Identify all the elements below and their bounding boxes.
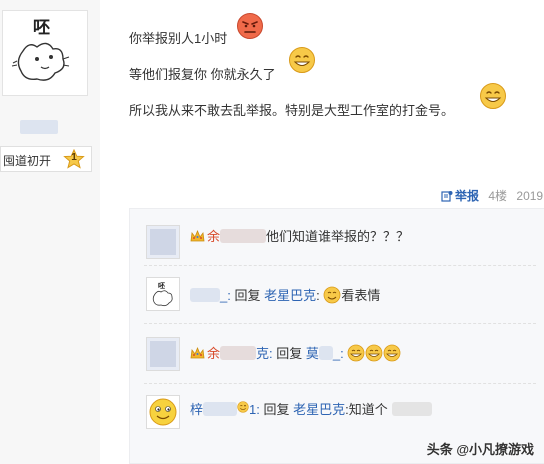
reply-avatar-default[interactable]: [146, 225, 180, 259]
post-line-1: 你举报别人1小时: [129, 31, 228, 46]
reply-item-3: 余 克: 回复 莫 _:: [190, 343, 401, 362]
reply-action: 回复: [234, 288, 265, 303]
post-line-2: 等他们报复你 你就永久了: [129, 67, 276, 82]
user-avatar[interactable]: 呸: [2, 10, 88, 96]
reply-avatar-sketch[interactable]: 呸: [146, 277, 180, 311]
reply-user-suffix[interactable]: 克:: [256, 346, 276, 361]
reply-text: :知道个: [345, 402, 388, 417]
blurred-username: [318, 346, 333, 360]
reply-user-suffix[interactable]: _:: [220, 288, 234, 303]
reply-divider: [144, 265, 536, 266]
reply-divider: [144, 323, 536, 324]
floor-number: 4楼: [488, 189, 508, 203]
sketch-avatar-icon: 呸: [147, 278, 179, 310]
reply-text: 看表情: [341, 288, 381, 303]
default-avatar-icon: [147, 338, 179, 370]
reply-avatar-smiley[interactable]: [146, 395, 180, 429]
reply-user-prefix[interactable]: 梓: [190, 402, 203, 417]
blurred-text: [391, 402, 432, 416]
reply-target-user[interactable]: 莫: [306, 346, 319, 361]
default-avatar-icon: [147, 226, 179, 258]
level-name: 囤道初开: [3, 154, 52, 168]
blurred-username: [203, 402, 238, 416]
smiley-avatar-icon: [147, 396, 179, 428]
reply-item-2: _: 回复 老星巴克: 看表情: [190, 285, 380, 304]
reply-divider: [144, 383, 536, 384]
blurred-username: [190, 288, 220, 302]
reply-target-user[interactable]: 老星巴克: [293, 402, 345, 417]
blurred-username: [220, 346, 257, 360]
grin-emoji-icon: [383, 344, 401, 362]
reply-panel: 余他们知道谁举报的？？？ 呸 _: 回复 老星巴克: 看表情 余克: 回复 莫 _…: [129, 208, 544, 464]
reply-user-suffix[interactable]: 1:: [249, 402, 263, 417]
username-blurred[interactable]: [20, 120, 58, 134]
svg-text:呸: 呸: [158, 282, 165, 290]
post-date: 2019: [516, 189, 544, 203]
smile-emoji-icon: [323, 286, 341, 304]
grin-emoji-icon: [347, 344, 365, 362]
angry-face-icon: [237, 13, 263, 39]
user-sidebar: 呸 囤道初开 1: [0, 0, 100, 464]
svg-text:呸: 呸: [33, 18, 50, 38]
wink-emoji-icon: [237, 401, 249, 413]
reply-item-4: 梓 1: 回复 老星巴克:知道个: [190, 399, 432, 418]
level-number: 1: [71, 152, 77, 163]
grin-emoji-icon: [365, 344, 383, 362]
level-badge-box[interactable]: 囤道初开 1: [0, 146, 92, 172]
reply-item-1: 余 他们知道谁举报的？？？: [190, 226, 409, 245]
grin-face-icon: [289, 47, 315, 73]
report-label[interactable]: 举报: [455, 189, 479, 203]
post-line-3: 所以我从来不敢去乱举报。特别是大型工作室的打金号。: [129, 103, 455, 118]
post-footer: 举报 4楼 2019: [441, 187, 543, 204]
reply-avatar-default[interactable]: [146, 337, 180, 371]
reply-user-prefix[interactable]: 余: [207, 346, 220, 361]
reply-user-prefix[interactable]: 余: [207, 229, 220, 244]
reply-action: 回复: [276, 346, 306, 361]
crown-icon: [190, 346, 205, 359]
report-icon: [441, 191, 453, 202]
reply-target-suffix[interactable]: _:: [333, 346, 347, 361]
grin-face-icon: [480, 83, 506, 109]
reply-target-user[interactable]: 老星巴克: [264, 288, 316, 303]
watermark: 头条 @小凡撩游戏: [426, 442, 534, 457]
reply-action: 回复: [263, 402, 294, 417]
blurred-username: [220, 229, 267, 243]
reply-target-suffix: :: [316, 288, 324, 303]
avatar-sketch-icon: 呸: [11, 18, 70, 81]
crown-icon: [190, 229, 205, 242]
report-link[interactable]: 举报: [441, 189, 482, 203]
reply-text: 他们知道谁举报的？？？: [266, 229, 410, 244]
